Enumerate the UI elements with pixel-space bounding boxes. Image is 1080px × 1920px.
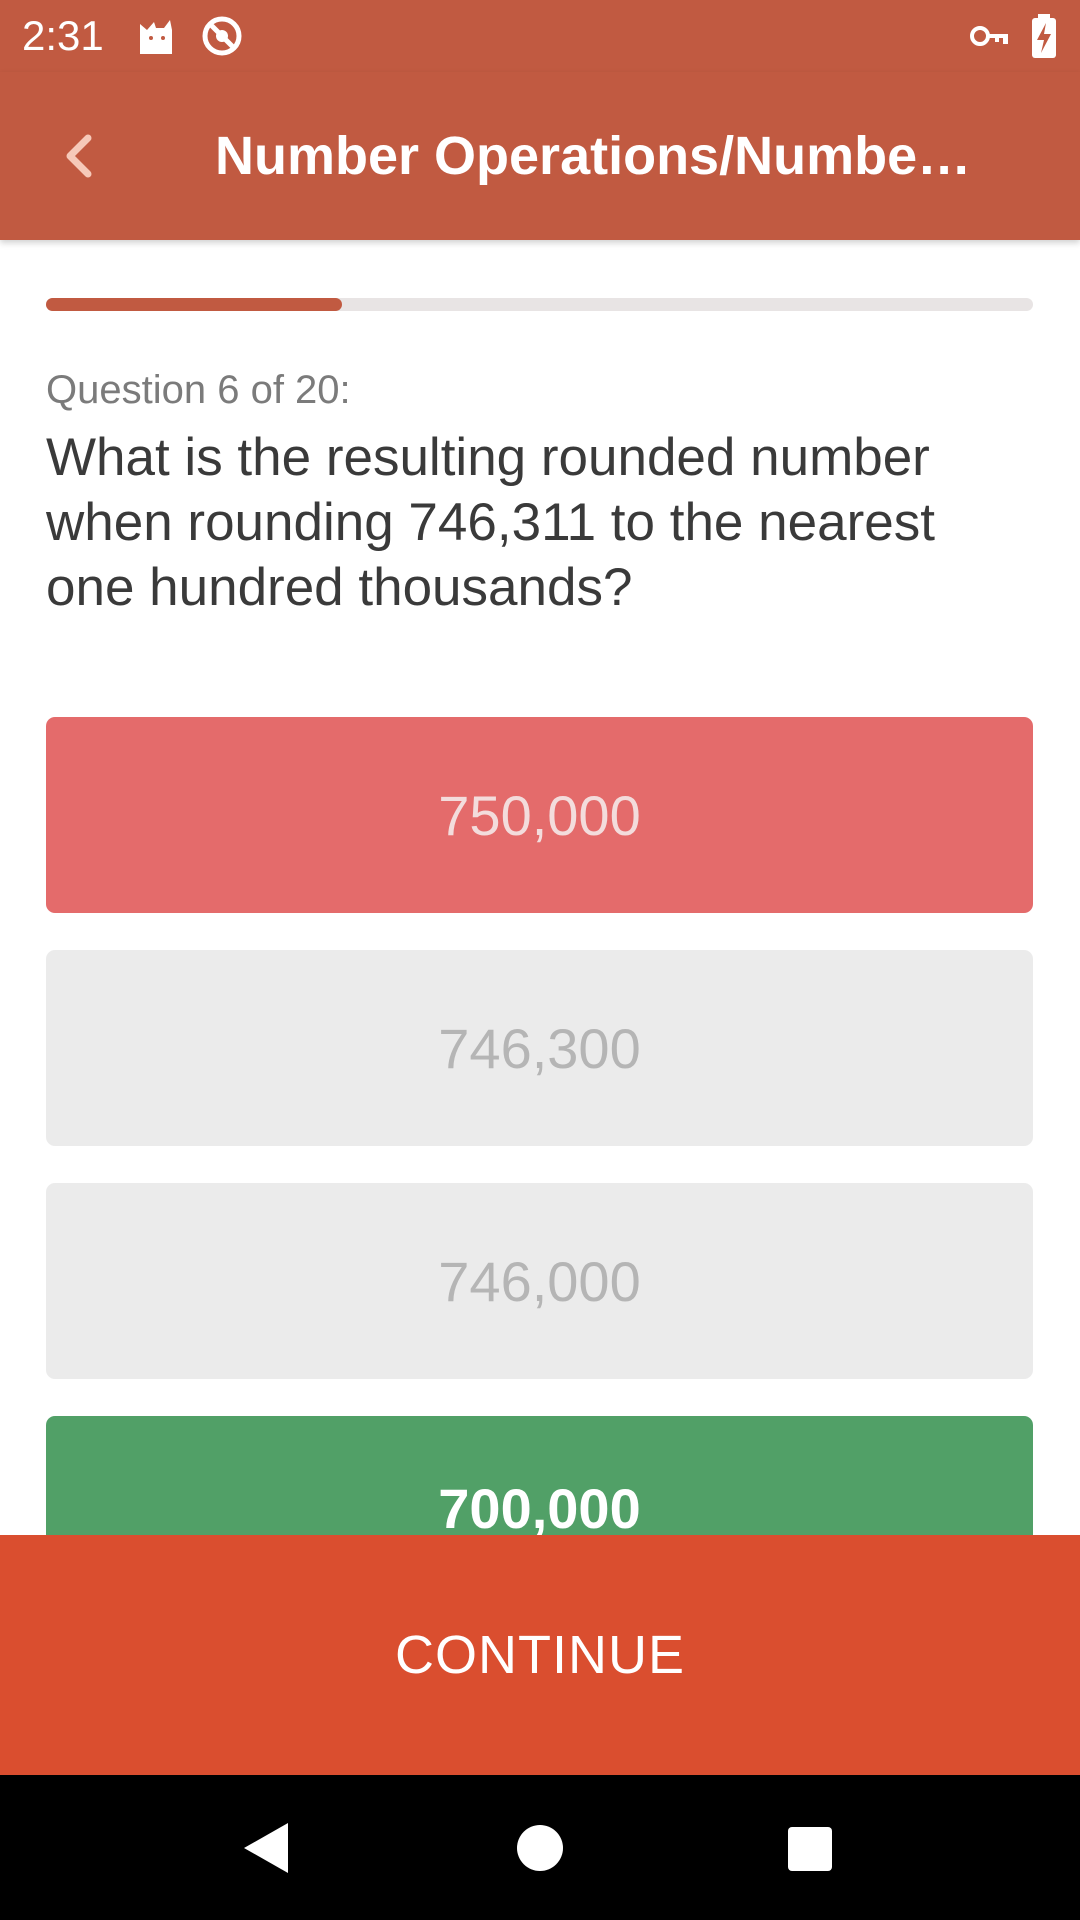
battery-charging-icon: [1032, 14, 1056, 58]
back-triangle-icon[interactable]: [232, 1813, 302, 1883]
answer-option-1[interactable]: 750,000: [46, 717, 1033, 913]
chevron-left-icon[interactable]: [48, 124, 112, 188]
answer-label: 746,000: [438, 1249, 641, 1313]
recents-square-icon[interactable]: [774, 1813, 844, 1883]
quiz-progress-fill: [46, 298, 343, 311]
question-text: What is the resulting rounded number whe…: [46, 428, 935, 617]
system-nav-bar: [0, 1775, 1080, 1920]
app-bar: Number Operations/Numbe…: [0, 72, 1080, 240]
vpn-key-icon: [970, 26, 1008, 46]
do-not-disturb-icon: [202, 16, 242, 56]
answer-option-3[interactable]: 746,000: [46, 1183, 1033, 1379]
answer-label: 700,000: [438, 1477, 641, 1540]
question-counter: Question 6 of 20:: [46, 368, 351, 412]
status-bar: 2:31: [0, 0, 1080, 72]
answer-label: 746,300: [438, 1016, 641, 1080]
status-time: 2:31: [22, 12, 104, 59]
quiz-progress-bar: [46, 298, 1033, 311]
answer-label: 750,000: [438, 783, 641, 847]
cat-notification-icon: [140, 20, 172, 54]
home-circle-icon[interactable]: [505, 1813, 575, 1883]
page-title: Number Operations/Numbe…: [215, 126, 972, 186]
answer-option-2[interactable]: 746,300: [46, 950, 1033, 1146]
continue-button[interactable]: CONTINUE: [0, 1535, 1080, 1775]
